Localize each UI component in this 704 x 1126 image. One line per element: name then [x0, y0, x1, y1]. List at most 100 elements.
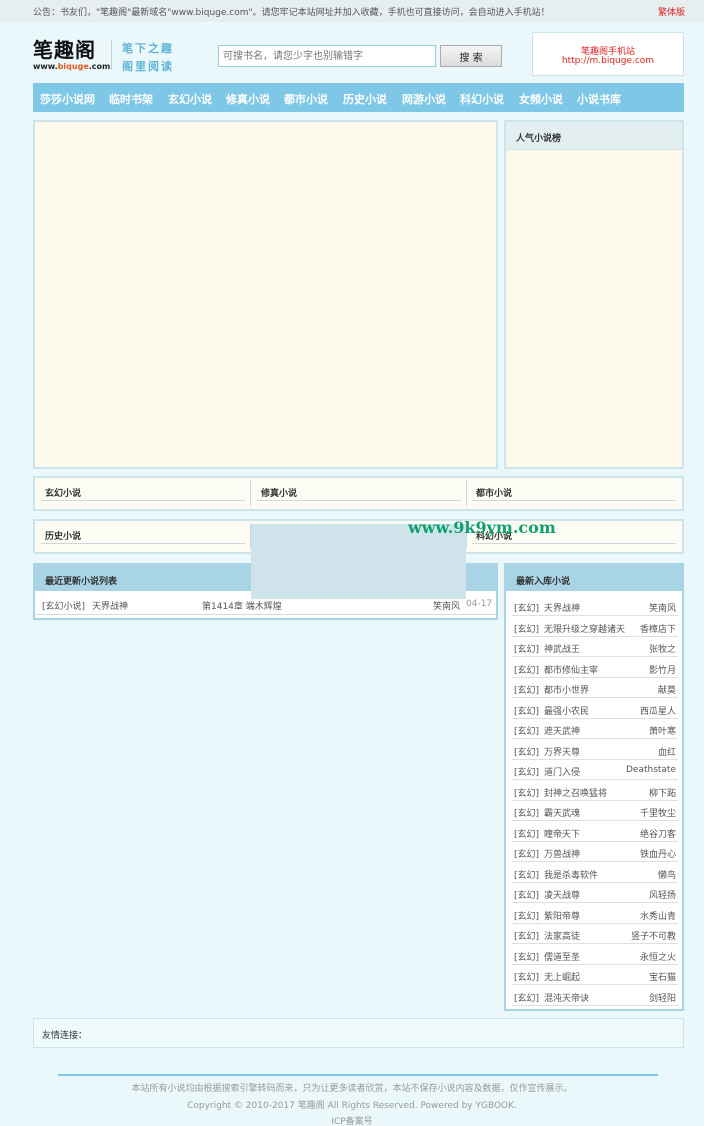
newest-category[interactable]: [玄幻]: [514, 622, 539, 635]
footer-copyright: Copyright © 2010-2017 笔趣阁 All Rights Res…: [187, 1101, 517, 1111]
nav-item-wangyou[interactable]: 网游小说: [402, 91, 446, 107]
newest-category[interactable]: [玄幻]: [514, 704, 539, 717]
newest-title-link[interactable]: 神武战王: [544, 642, 580, 655]
logo-divider: [111, 40, 112, 70]
newest-category[interactable]: [玄幻]: [514, 888, 539, 901]
newest-category[interactable]: [玄幻]: [514, 724, 539, 737]
newest-title-link[interactable]: 无上崛起: [544, 970, 580, 983]
newest-row: [玄幻] 瞳帝天下 绝谷刀客: [512, 822, 678, 842]
nav-item-bookshelf[interactable]: 临时书架: [109, 91, 153, 107]
mobile-site-url[interactable]: http://m.biquge.com: [533, 56, 683, 66]
newest-row: [玄幻] 法家高徒 竖子不可教: [512, 924, 678, 944]
newest-category[interactable]: [玄幻]: [514, 970, 539, 983]
newest-title-link[interactable]: 道门入侵: [544, 765, 580, 778]
nav-item-library[interactable]: 小说书库: [577, 91, 621, 107]
newest-row: [玄幻] 无上崛起 宝石猫: [512, 965, 678, 985]
newest-title-link[interactable]: 霸天武魂: [544, 806, 580, 819]
newest-header: 最新入库小说: [506, 565, 682, 591]
latest-date: 04-17: [466, 599, 493, 609]
newest-row: [玄幻] 我是杀毒软件 懒鸟: [512, 863, 678, 883]
latest-author: 笑南风: [433, 602, 461, 612]
newest-category[interactable]: [玄幻]: [514, 950, 539, 963]
newest-author: 风轻扬: [648, 891, 676, 901]
nav-item-dushi[interactable]: 都市小说: [284, 91, 328, 107]
newest-books-panel: 最新入库小说 [玄幻] 天界战神 笑南风 [玄幻] 无限升级之穿越诸天 香樟店下 [玄幻] 神…: [504, 563, 684, 1011]
newest-row: [玄幻] 凌天战尊 风轻扬: [512, 883, 678, 903]
newest-category[interactable]: [玄幻]: [514, 929, 539, 942]
newest-category[interactable]: [玄幻]: [514, 827, 539, 840]
newest-author: 绝谷刀客: [639, 829, 676, 840]
newest-title-link[interactable]: 最强小农民: [544, 704, 589, 717]
latest-title-link[interactable]: 天界战神: [92, 599, 128, 612]
newest-author: 懒鸟: [657, 870, 676, 881]
newest-category[interactable]: [玄幻]: [514, 683, 539, 696]
search-button[interactable]: 搜 索: [440, 45, 502, 67]
newest-title-link[interactable]: 紫阳帝尊: [544, 909, 580, 922]
main-nav: 莎莎小说网 临时书架 玄幻小说 修真小说 都市小说 历史小说 网游小说 科幻小说…: [33, 83, 684, 112]
latest-title: 最近更新小说列表: [45, 577, 118, 587]
category-xiuzhen: 修真小说: [251, 478, 467, 509]
newest-category[interactable]: [玄幻]: [514, 847, 539, 860]
nav-item-lishi[interactable]: 历史小说: [343, 91, 387, 107]
newest-row: [玄幻] 神武战王 张牧之: [512, 637, 678, 657]
newest-author: 宝石猫: [648, 973, 676, 983]
watermark: www.9k9ym.com: [408, 518, 556, 537]
nav-item-shasha[interactable]: 莎莎小说网: [40, 91, 95, 107]
newest-category[interactable]: [玄幻]: [514, 745, 539, 758]
newest-author: 献莫: [657, 686, 676, 696]
popular-title: 人气小说榜: [516, 134, 562, 144]
newest-title-link[interactable]: 瞳帝天下: [544, 827, 580, 840]
newest-category[interactable]: [玄幻]: [514, 765, 539, 778]
friend-links: 友情连接：: [33, 1018, 684, 1048]
search-input[interactable]: [218, 45, 436, 67]
newest-author: 萧叶寒: [648, 727, 676, 737]
newest-category[interactable]: [玄幻]: [514, 786, 539, 799]
latest-category[interactable]: [玄幻小说]: [42, 599, 85, 612]
newest-category[interactable]: [玄幻]: [514, 991, 539, 1004]
newest-author: 西瓜星人: [639, 706, 676, 717]
newest-author: 铁血丹心: [639, 850, 676, 860]
newest-category[interactable]: [玄幻]: [514, 642, 539, 655]
footer-icp[interactable]: ICP备案号: [0, 1114, 704, 1126]
mobile-site-box[interactable]: 笔趣阁手机站 http://m.biquge.com: [532, 32, 684, 76]
traditional-chinese-link[interactable]: 繁体版: [658, 5, 685, 18]
newest-category[interactable]: [玄幻]: [514, 663, 539, 676]
slogan-line2: 阁里阅读: [122, 60, 174, 73]
newest-title-link[interactable]: 我是杀毒软件: [544, 868, 598, 881]
newest-title-link[interactable]: 凌天战尊: [544, 888, 580, 901]
category-lishi: 历史小说: [35, 521, 251, 552]
newest-row: [玄幻] 霸天武魂 千里牧尘: [512, 801, 678, 821]
newest-title: 最新入库小说: [516, 577, 571, 587]
newest-row: [玄幻] 无限升级之穿越诸天 香樟店下: [512, 617, 678, 637]
newest-category[interactable]: [玄幻]: [514, 806, 539, 819]
site-logo[interactable]: 笔趣阁: [33, 34, 96, 63]
newest-title-link[interactable]: 天界战神: [544, 601, 580, 614]
newest-title-link[interactable]: 法家高徒: [544, 929, 580, 942]
newest-category[interactable]: [玄幻]: [514, 868, 539, 881]
latest-chapter-link[interactable]: 第1414章 端木辉煌: [202, 599, 282, 612]
nav-item-kehuan[interactable]: 科幻小说: [460, 91, 504, 107]
newest-title-link[interactable]: 无限升级之穿越诸天: [544, 622, 625, 635]
newest-row: [玄幻] 万界天尊 血红: [512, 740, 678, 760]
newest-title-link[interactable]: 儒道至圣: [544, 950, 580, 963]
friend-links-label: 友情连接：: [42, 1031, 88, 1041]
newest-title-link[interactable]: 万兽战神: [544, 847, 580, 860]
newest-author: 张牧之: [648, 645, 676, 655]
newest-title-link[interactable]: 都市修仙主宰: [544, 663, 598, 676]
newest-title-link[interactable]: 混沌天帝诀: [544, 991, 589, 1004]
nav-item-xuanhuan[interactable]: 玄幻小说: [168, 91, 212, 107]
newest-category[interactable]: [玄幻]: [514, 909, 539, 922]
newest-row: [玄幻] 封神之召唤猛将 柳下跖: [512, 781, 678, 801]
newest-title-link[interactable]: 封神之召唤猛将: [544, 786, 607, 799]
newest-title-link[interactable]: 万界天尊: [544, 745, 580, 758]
nav-item-nvpin[interactable]: 女频小说: [519, 91, 563, 107]
newest-title-link[interactable]: 都市小世界: [544, 683, 589, 696]
newest-title-link[interactable]: 遮天武神: [544, 724, 580, 737]
newest-author: 剑轻阳: [648, 993, 676, 1004]
slogan-line1: 笔下之趣: [122, 42, 174, 55]
newest-row: [玄幻] 都市小世界 献莫: [512, 678, 678, 698]
newest-category[interactable]: [玄幻]: [514, 601, 539, 614]
featured-area: [33, 120, 498, 469]
newest-row: [玄幻] 紫阳帝尊 水秀山青: [512, 904, 678, 924]
nav-item-xiuzhen[interactable]: 修真小说: [226, 91, 270, 107]
